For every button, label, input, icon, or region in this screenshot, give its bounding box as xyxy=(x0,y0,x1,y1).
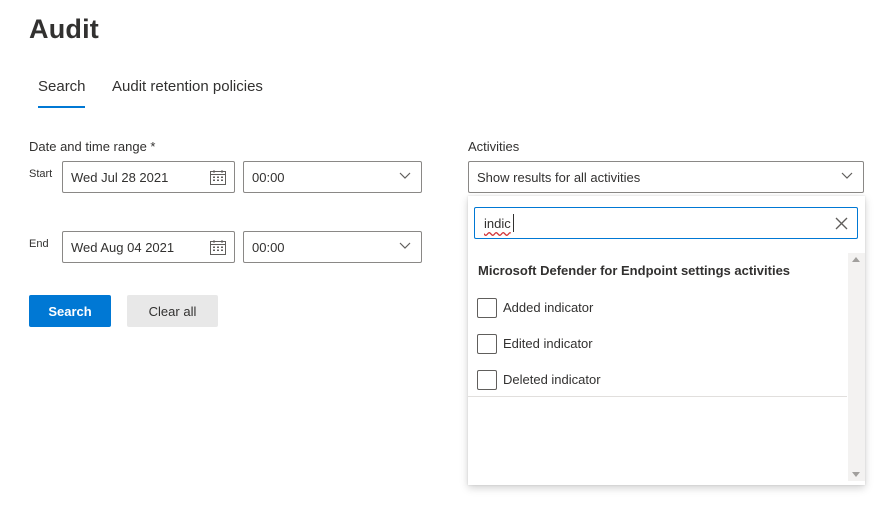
activity-option-edited-indicator[interactable]: Edited indicator xyxy=(477,333,593,354)
end-time-value: 00:00 xyxy=(252,239,285,255)
activities-search-input[interactable]: indic xyxy=(474,207,858,239)
start-label: Start xyxy=(29,168,53,180)
start-date-picker[interactable]: Wed Jul 28 2021 xyxy=(62,161,235,193)
chevron-down-icon xyxy=(399,242,411,249)
start-date-value: Wed Jul 28 2021 xyxy=(71,169,169,185)
text-caret xyxy=(513,214,514,232)
calendar-icon xyxy=(210,240,226,255)
tab-search[interactable]: Search xyxy=(38,78,86,95)
scrollbar[interactable] xyxy=(848,253,865,481)
clear-all-button[interactable]: Clear all xyxy=(127,295,218,327)
end-time-dropdown[interactable]: 00:00 xyxy=(243,231,422,263)
checkbox[interactable] xyxy=(477,369,497,390)
activities-selected-value: Show results for all activities xyxy=(477,169,641,185)
tab-audit-retention-policies[interactable]: Audit retention policies xyxy=(112,78,263,95)
start-time-value: 00:00 xyxy=(252,169,285,185)
search-query-text: indic xyxy=(484,216,511,231)
activity-group-header: Microsoft Defender for Endpoint settings… xyxy=(478,263,791,278)
activity-option-deleted-indicator[interactable]: Deleted indicator xyxy=(477,369,601,390)
scroll-up-icon[interactable] xyxy=(852,257,860,262)
activity-option-label: Deleted indicator xyxy=(503,372,601,387)
checkbox[interactable] xyxy=(477,333,497,354)
clear-icon[interactable] xyxy=(835,217,848,230)
activities-label: Activities xyxy=(468,139,520,154)
start-time-dropdown[interactable]: 00:00 xyxy=(243,161,422,193)
activity-option-added-indicator[interactable]: Added indicator xyxy=(477,297,593,318)
end-date-picker[interactable]: Wed Aug 04 2021 xyxy=(62,231,235,263)
activities-dropdown-panel: indic Microsoft Defender for Endpoint se… xyxy=(468,196,865,485)
search-button[interactable]: Search xyxy=(29,295,111,327)
chevron-down-icon xyxy=(841,172,853,179)
date-time-range-label: Date and time range * xyxy=(29,139,156,154)
scroll-down-icon[interactable] xyxy=(852,472,860,477)
chevron-down-icon xyxy=(399,172,411,179)
end-date-value: Wed Aug 04 2021 xyxy=(71,239,175,255)
calendar-icon xyxy=(210,170,226,185)
page-title: Audit xyxy=(29,14,99,44)
selected-tab-indicator xyxy=(38,106,85,108)
checkbox[interactable] xyxy=(477,297,497,318)
end-label: End xyxy=(29,238,49,250)
activities-dropdown[interactable]: Show results for all activities xyxy=(468,161,864,193)
list-divider xyxy=(468,396,847,397)
activity-option-label: Edited indicator xyxy=(503,336,593,351)
activity-option-label: Added indicator xyxy=(503,300,594,315)
